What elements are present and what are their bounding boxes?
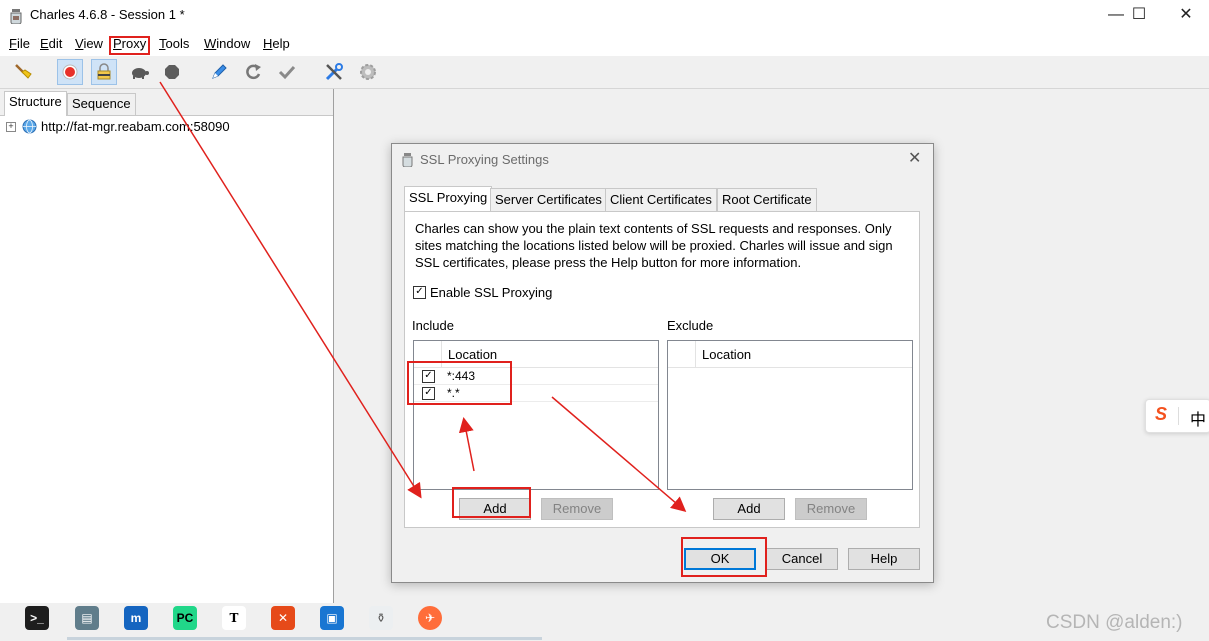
record-icon[interactable] xyxy=(57,59,83,85)
charles-taskbar-icon[interactable]: ⚱ xyxy=(369,606,393,630)
tree-node-label: http://fat-mgr.reabam.com:58090 xyxy=(41,119,230,134)
screen-app-icon[interactable]: ▣ xyxy=(320,606,344,630)
expand-plus-icon[interactable]: + xyxy=(6,121,16,132)
proxy-menu-highlight xyxy=(109,36,150,55)
include-remove-button[interactable]: Remove xyxy=(541,498,613,520)
tab-sequence[interactable]: Sequence xyxy=(67,93,136,115)
include-location-column[interactable]: Location xyxy=(448,347,497,362)
tree-node[interactable]: + http://fat-mgr.reabam.com:58090 xyxy=(6,119,230,134)
dialog-title: SSL Proxying Settings xyxy=(420,152,549,167)
remote-desktop-icon[interactable]: ▤ xyxy=(75,606,99,630)
exclude-remove-button[interactable]: Remove xyxy=(795,498,867,520)
menu-file[interactable]: File xyxy=(9,36,30,51)
exclude-label: Exclude xyxy=(667,318,714,333)
repeat-icon[interactable] xyxy=(240,59,266,85)
exclude-list[interactable]: Location xyxy=(667,340,913,490)
menu-window[interactable]: Window xyxy=(204,36,250,51)
exclude-add-button[interactable]: Add xyxy=(713,498,785,520)
help-button[interactable]: Help xyxy=(848,548,920,570)
pycharm-icon[interactable]: PC xyxy=(173,606,197,630)
exclude-list-header: Location xyxy=(668,341,912,368)
stop-breakpoint-icon[interactable] xyxy=(159,59,185,85)
exclude-location-column[interactable]: Location xyxy=(702,347,751,362)
charles-jar-icon xyxy=(402,153,413,167)
tab-structure[interactable]: Structure xyxy=(4,91,67,116)
column-divider xyxy=(695,341,696,367)
tab-client-certificates[interactable]: Client Certificates xyxy=(605,188,717,211)
ime-widget[interactable]: S 中 xyxy=(1145,399,1209,433)
enable-ssl-proxying-row[interactable]: ✓ Enable SSL Proxying xyxy=(413,285,552,300)
globe-icon xyxy=(22,119,37,134)
menu-edit[interactable]: Edit xyxy=(40,36,62,51)
toolbar xyxy=(0,56,1209,89)
dialog-close-button[interactable]: ✕ xyxy=(908,148,921,168)
structure-panel: Structure Sequence + http://fat-mgr.reab… xyxy=(0,89,334,641)
description-text: Charles can show you the plain text cont… xyxy=(415,221,893,270)
typora-icon[interactable]: T xyxy=(222,606,246,630)
cancel-button[interactable]: Cancel xyxy=(766,548,838,570)
compose-pen-icon[interactable] xyxy=(206,59,232,85)
maximize-button[interactable]: ☐ xyxy=(1116,0,1162,32)
ssl-lock-icon[interactable] xyxy=(91,59,117,85)
close-window-button[interactable]: ✕ xyxy=(1163,0,1209,32)
broom-icon[interactable] xyxy=(10,59,36,85)
menu-bar: File Edit View Proxy Tools Window Help xyxy=(0,32,1209,56)
terminal-icon[interactable]: >_ xyxy=(25,606,49,630)
include-rows-highlight xyxy=(407,361,512,405)
left-tab-strip: Structure Sequence xyxy=(0,89,333,116)
menu-tools[interactable]: Tools xyxy=(159,36,189,51)
window-title-bar: Charles 4.6.8 - Session 1 * — ☐ ✕ xyxy=(0,0,1209,32)
enable-ssl-proxying-checkbox[interactable]: ✓ xyxy=(413,286,426,299)
settings-gear-icon[interactable] xyxy=(355,59,381,85)
turtle-throttle-icon[interactable] xyxy=(126,59,152,85)
tab-root-certificate[interactable]: Root Certificate xyxy=(717,188,817,211)
validate-check-icon[interactable] xyxy=(274,59,300,85)
charles-jar-icon xyxy=(10,9,22,24)
ime-mode-label: 中 xyxy=(1190,410,1207,429)
menu-view[interactable]: View xyxy=(75,36,103,51)
app-m-icon[interactable]: m xyxy=(124,606,148,630)
menu-help[interactable]: Help xyxy=(263,36,290,51)
window-title: Charles 4.6.8 - Session 1 * xyxy=(30,7,185,22)
add-button-highlight xyxy=(452,487,531,518)
ok-button-highlight xyxy=(681,537,767,577)
tab-server-certificates[interactable]: Server Certificates xyxy=(490,188,607,211)
sogou-logo-icon: S xyxy=(1155,404,1168,424)
xmind-icon[interactable]: ✕ xyxy=(271,606,295,630)
taskbar-active-indicators xyxy=(67,637,542,640)
csdn-watermark: CSDN @alden:) xyxy=(1046,612,1183,633)
include-label: Include xyxy=(412,318,454,333)
postman-icon[interactable]: ✈ xyxy=(418,606,442,630)
tab-ssl-proxying[interactable]: SSL Proxying xyxy=(404,186,493,212)
ime-divider xyxy=(1178,407,1179,425)
tools-icon[interactable] xyxy=(321,59,347,85)
enable-ssl-proxying-label: Enable SSL Proxying xyxy=(430,285,553,300)
